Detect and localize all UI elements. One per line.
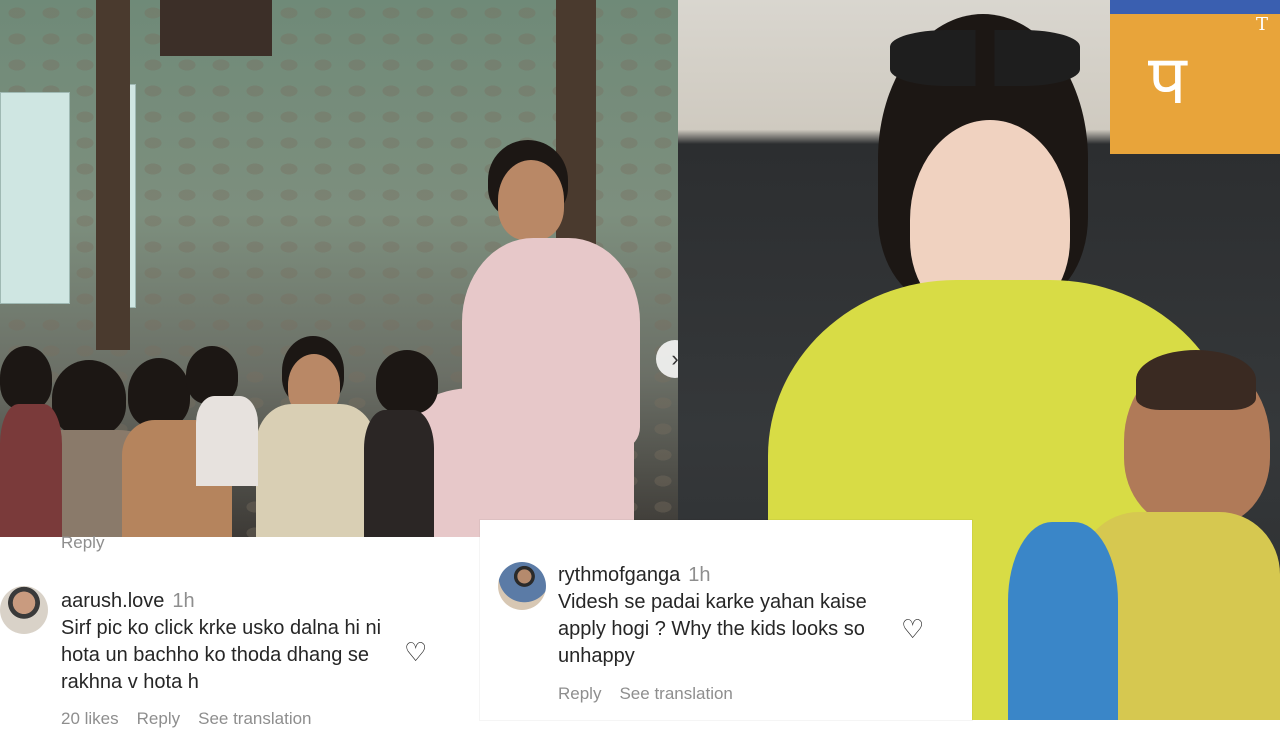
timestamp: 1h [688,564,711,586]
baby-sleeve [1008,522,1118,720]
comment-actions: Reply See translation [558,684,751,704]
child-body [0,404,62,537]
comment-panel-left: Reply aarush.love 1h Sirf pic ko click kr… [0,533,455,728]
likes-count[interactable]: 20 likes [61,709,119,728]
reply-link[interactable]: Reply [558,684,601,703]
heart-icon[interactable]: ♡ [901,615,924,645]
comment-panel-right: rythmofganga 1h Videsh se padai karke yah… [480,520,972,720]
child-head [52,360,126,436]
woman-face [498,160,564,240]
child-body [256,404,376,537]
comment-actions: 20 likes Reply See translation [61,709,330,729]
see-translation-link[interactable]: See translation [198,709,311,728]
child-head [0,346,52,410]
see-translation-link[interactable]: See translation [619,684,732,703]
child-head [128,358,190,428]
child-body [196,396,258,486]
comment: aarush.love 1h Sirf pic ko click krke usk… [61,590,441,696]
heart-icon[interactable]: ♡ [404,638,427,668]
reply-link[interactable]: Reply [137,709,180,728]
comment-text: Videsh se padai karke yahan kaise apply … [558,591,867,667]
woman-legs [404,388,634,537]
photo-classroom [0,0,678,537]
comment: rythmofganga 1h Videsh se padai karke yah… [558,564,938,670]
comment-header: aarush.love 1h [61,590,441,613]
avatar[interactable] [498,562,546,610]
child-body [364,410,434,537]
window-frame [160,0,272,56]
username[interactable]: rythmofganga [558,564,680,586]
comment-text: Sirf pic ko click krke usko dalna hi ni … [61,617,382,693]
sunglasses [890,30,1080,86]
child-head [376,350,438,414]
comment-header: rythmofganga 1h [558,564,938,587]
username[interactable]: aarush.love [61,590,164,612]
timestamp: 1h [172,590,195,612]
baby-hair [1136,350,1256,410]
wooden-beam [96,0,130,350]
wall-sign [1110,0,1280,154]
sign-glyph: प [1148,41,1187,120]
reply-link[interactable]: Reply [61,533,104,553]
publisher-logo: T [1256,14,1269,35]
wall-poster [0,92,70,304]
avatar[interactable] [0,586,48,634]
